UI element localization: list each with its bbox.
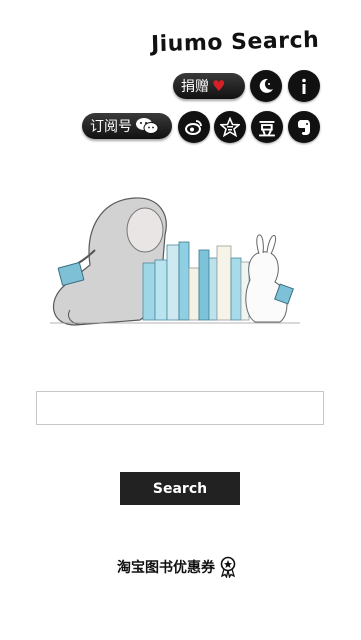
weibo-icon xyxy=(185,120,202,135)
evernote-button[interactable] xyxy=(288,111,320,143)
star-button[interactable] xyxy=(214,111,246,143)
info-icon xyxy=(302,78,306,94)
search-button[interactable]: Search xyxy=(120,472,240,505)
night-mode-button[interactable] xyxy=(250,70,282,102)
info-button[interactable] xyxy=(288,70,320,102)
evernote-icon xyxy=(298,120,310,135)
weibo-button[interactable] xyxy=(178,111,210,143)
bunny-figure xyxy=(245,234,294,323)
award-icon xyxy=(220,556,236,578)
wechat-icon xyxy=(135,117,159,135)
subscribe-label: 订阅号 xyxy=(90,119,132,135)
star-icon xyxy=(220,117,240,137)
coupon-link[interactable]: 淘宝图书优惠券 xyxy=(117,556,237,578)
coupon-label: 淘宝图书优惠券 xyxy=(117,560,215,576)
page-title: Jiumo Search xyxy=(150,27,320,58)
douban-icon: 豆 xyxy=(258,119,276,140)
subscribe-button[interactable]: 订阅号 xyxy=(82,113,172,139)
search-input[interactable] xyxy=(36,391,324,425)
donate-label: 捐赠 xyxy=(181,79,209,95)
elephant-bunny-books-illustration xyxy=(50,197,300,326)
douban-button[interactable]: 豆 xyxy=(251,111,283,143)
donate-button[interactable]: 捐赠 ♥ xyxy=(173,73,245,99)
moon-icon xyxy=(259,78,273,93)
heart-icon: ♥ xyxy=(212,77,226,95)
